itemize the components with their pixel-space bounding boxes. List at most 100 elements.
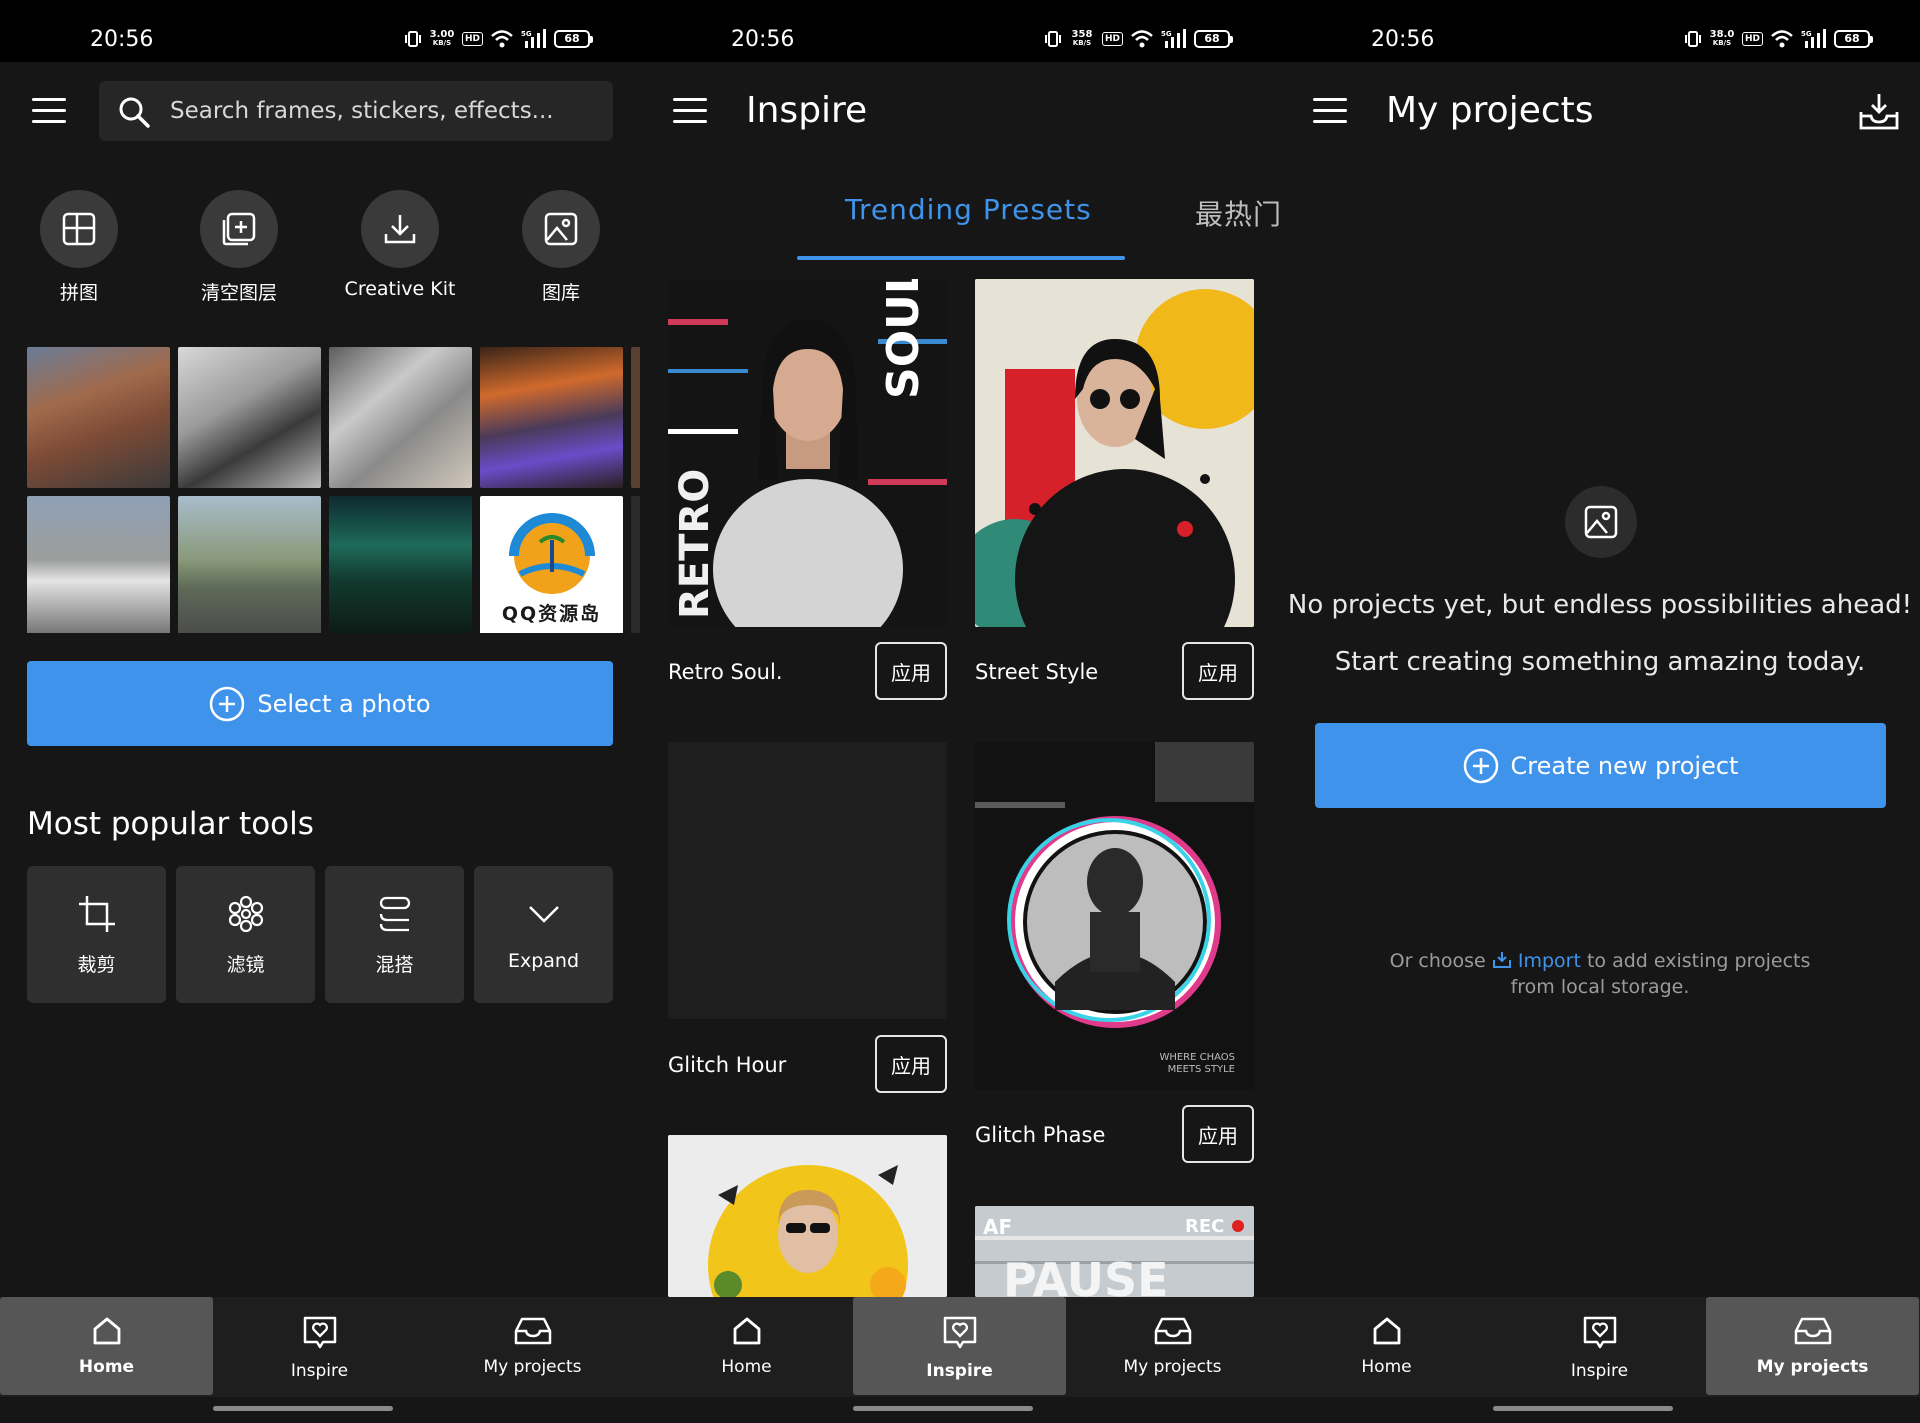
home-icon [733, 1317, 760, 1345]
nav-inspire[interactable]: Inspire [853, 1297, 1066, 1395]
status-time: 20:56 [90, 27, 154, 52]
quick-action-creative-kit[interactable]: Creative Kit [345, 190, 455, 300]
quick-action-collage[interactable]: 拼图 [40, 190, 118, 304]
photo-thumbnail[interactable] [27, 496, 170, 633]
photo-thumbnail[interactable] [27, 347, 170, 488]
photo-thumbnail[interactable] [329, 347, 472, 488]
import-icon[interactable] [1858, 92, 1900, 132]
svg-text:5G: 5G [1161, 30, 1172, 38]
bottom-navigation: Home Inspire My projects [0, 1297, 640, 1397]
apply-button[interactable]: 应用 [1182, 642, 1254, 700]
menu-icon[interactable] [32, 98, 66, 124]
photo-thumbnail[interactable] [329, 496, 472, 633]
preset-card-glitch-phase[interactable]: WHERE CHAOS MEETS STYLE [975, 742, 1254, 1090]
battery-indicator: 68 [554, 30, 593, 48]
nav-home[interactable]: Home [640, 1297, 853, 1395]
nav-inspire[interactable]: Inspire [213, 1297, 426, 1395]
import-link[interactable]: Import [1518, 950, 1581, 972]
tool-mix[interactable]: 混搭 [325, 866, 464, 1003]
preset-card-pause[interactable]: AF REC PAUSE [975, 1206, 1254, 1297]
search-icon [119, 97, 150, 128]
vibrate-icon [1684, 31, 1701, 47]
empty-state-title: No projects yet, but endless possibiliti… [1287, 590, 1913, 620]
preset-artwork: WHERE CHAOS MEETS STYLE [975, 742, 1254, 1090]
preset-card-sunflower[interactable] [668, 1135, 947, 1297]
chevron-down-icon [528, 906, 559, 923]
add-layer-icon [222, 212, 256, 246]
gallery-icon [544, 212, 578, 246]
preset-artwork: SOUL RETRO [668, 279, 947, 627]
home-indicator [853, 1406, 1033, 1411]
nav-inspire[interactable]: Inspire [1493, 1297, 1706, 1395]
tool-expand[interactable]: Expand [474, 866, 613, 1003]
preset-artwork [975, 279, 1254, 627]
crop-icon [78, 896, 115, 932]
battery-indicator: 68 [1834, 30, 1873, 48]
nav-home[interactable]: Home [0, 1297, 213, 1395]
preset-card-retro-soul[interactable]: SOUL RETRO [668, 279, 947, 627]
recent-photos-grid: QQ资源岛 [27, 347, 640, 633]
preset-artwork [668, 1135, 947, 1297]
apply-button[interactable]: 应用 [875, 642, 947, 700]
preset-name: Street Style [975, 660, 1099, 684]
quick-action-clear-layers[interactable]: 清空图层 [200, 190, 278, 304]
status-bar: 20:56 38.0 KB/S HD 5G 68 [1280, 0, 1920, 62]
nav-home[interactable]: Home [1280, 1297, 1493, 1395]
preset-name: Glitch Hour [668, 1053, 787, 1077]
photo-thumbnail[interactable] [178, 347, 321, 488]
hd-badge: HD [461, 32, 483, 46]
create-project-button[interactable]: Create new project [1315, 723, 1886, 808]
photo-thumbnail[interactable]: QQ资源岛 [480, 496, 623, 633]
home-icon [93, 1317, 120, 1345]
projects-screen: 20:56 38.0 KB/S HD 5G 68 My projects No p… [1280, 0, 1920, 1423]
tab-most-popular[interactable]: 最热门 [1195, 193, 1280, 233]
import-note: Or choose Import to add existing project… [1389, 950, 1811, 998]
status-bar: 20:56 358 KB/S HD 5G 68 [640, 0, 1280, 62]
nav-my-projects[interactable]: My projects [426, 1297, 639, 1395]
vibrate-icon [404, 31, 421, 47]
bottom-navigation: Home Inspire My projects [1280, 1297, 1920, 1397]
photo-thumbnail[interactable] [480, 347, 623, 488]
preset-name: Retro Soul. [668, 660, 783, 684]
nav-my-projects[interactable]: My projects [1066, 1297, 1279, 1395]
search-input[interactable]: Search frames, stickers, effects... [99, 81, 613, 141]
import-small-icon [1492, 952, 1511, 968]
tool-filter[interactable]: 滤镜 [176, 866, 315, 1003]
nav-my-projects[interactable]: My projects [1706, 1297, 1919, 1395]
inspire-screen: 20:56 358 KB/S HD 5G 68 Inspire Trending … [640, 0, 1280, 1423]
status-bar: 20:56 3.00 KB/S HD 5G 68 [0, 0, 640, 62]
svg-text:SOUL: SOUL [878, 279, 929, 399]
select-photo-button[interactable]: Select a photo [27, 661, 613, 746]
svg-text:5G: 5G [521, 30, 532, 38]
signal-icon: 5G [1801, 29, 1826, 48]
svg-text:PAUSE: PAUSE [1003, 1253, 1169, 1297]
menu-icon[interactable] [673, 98, 707, 124]
photo-thumbnail[interactable] [631, 347, 640, 488]
menu-icon[interactable] [1313, 98, 1347, 124]
photo-thumbnail[interactable] [631, 496, 640, 633]
wifi-icon [1131, 30, 1153, 48]
status-icons: 38.0 KB/S HD 5G 68 [1684, 28, 1873, 50]
tool-label: 混搭 [375, 954, 414, 976]
preset-card-street-style[interactable] [975, 279, 1254, 627]
apply-button[interactable]: 应用 [875, 1035, 947, 1093]
svg-text:WHERE CHAOS: WHERE CHAOS [1159, 1052, 1235, 1063]
home-icon [1373, 1317, 1400, 1345]
photo-thumbnail[interactable] [178, 496, 321, 633]
heart-chat-icon [1583, 1316, 1616, 1349]
preset-card-glitch-hour[interactable] [668, 742, 947, 1019]
signal-icon: 5G [1161, 29, 1186, 48]
quick-action-gallery[interactable]: 图库 [522, 190, 600, 304]
select-photo-label: Select a photo [257, 689, 431, 718]
quick-action-label: 图库 [541, 282, 581, 304]
empty-state-icon-wrap [1565, 486, 1637, 558]
tray-icon [1794, 1317, 1831, 1345]
active-tab-indicator [797, 256, 1125, 260]
tool-crop[interactable]: 裁剪 [27, 866, 166, 1003]
signal-icon: 5G [521, 29, 546, 48]
quick-action-label: 清空图层 [200, 282, 278, 304]
tab-trending-presets[interactable]: Trending Presets [845, 193, 1092, 226]
svg-text:MEETS STYLE: MEETS STYLE [1168, 1064, 1235, 1075]
apply-button[interactable]: 应用 [1182, 1105, 1254, 1163]
home-screen: 20:56 3.00 KB/S HD 5G 68 Search frames, s… [0, 0, 640, 1423]
